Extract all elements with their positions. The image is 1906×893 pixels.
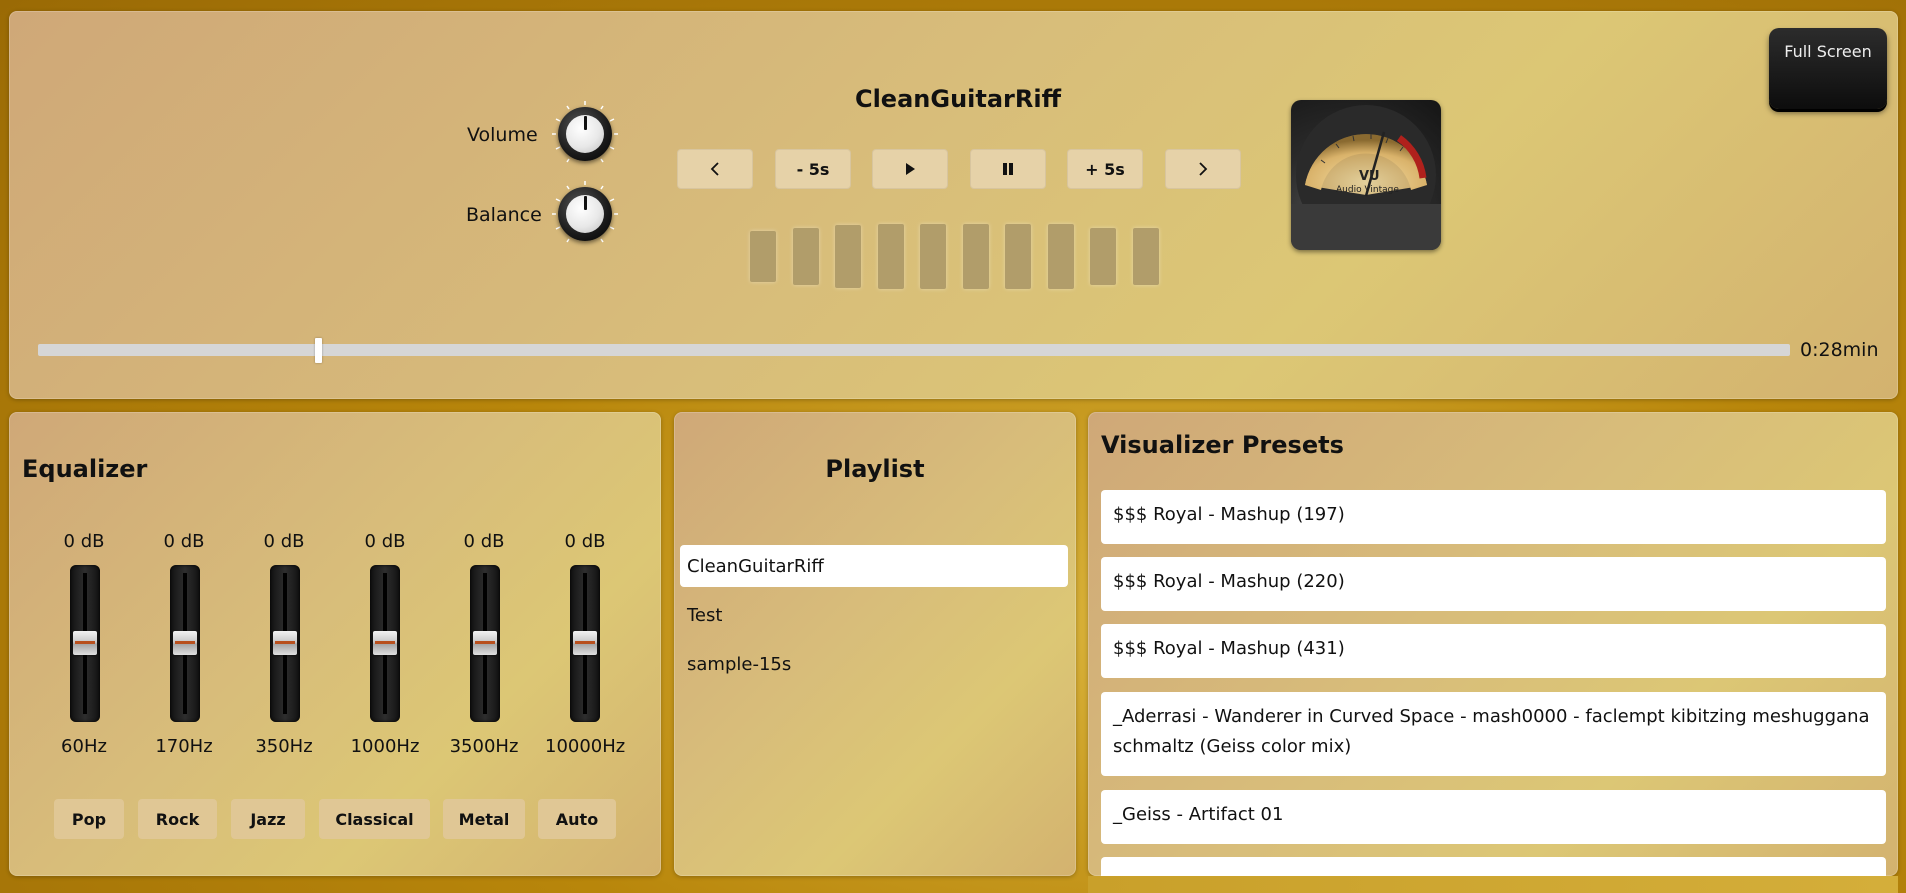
playlist-item[interactable]: CleanGuitarRiff xyxy=(680,545,1068,587)
panel-bottom-edge xyxy=(1088,876,1898,893)
spectrum-bar xyxy=(835,225,861,288)
eq-thumb[interactable] xyxy=(273,631,297,655)
next-button[interactable] xyxy=(1165,149,1241,189)
eq-db-10000: 0 dB xyxy=(564,531,606,552)
previous-button[interactable] xyxy=(677,149,753,189)
track-title: CleanGuitarRiff xyxy=(854,85,1062,113)
eq-thumb[interactable] xyxy=(473,631,497,655)
eq-db-350: 0 dB xyxy=(263,531,305,552)
eq-thumb[interactable] xyxy=(173,631,197,655)
playlist-item[interactable]: sample-15s xyxy=(680,643,1068,685)
spectrum-bar xyxy=(1133,228,1159,285)
chevron-left-icon xyxy=(710,162,719,176)
eq-freq-170: 170Hz xyxy=(155,736,213,757)
eq-thumb[interactable] xyxy=(573,631,597,655)
player-panel xyxy=(9,11,1898,399)
visualizer-preset-item[interactable]: $$$ Royal - Mashup (220) xyxy=(1101,557,1886,611)
spectrum-bar xyxy=(1005,224,1031,289)
vu-label: VU xyxy=(1359,169,1380,184)
spectrum-bar xyxy=(1090,228,1116,285)
rewind-5s-button[interactable]: - 5s xyxy=(775,149,851,189)
eq-freq-60: 60Hz xyxy=(61,736,107,757)
playlist-item[interactable]: Test xyxy=(680,594,1068,636)
vu-meter: VU Audio Vintage xyxy=(1291,100,1441,250)
visualizer-title: Visualizer Presets xyxy=(1101,431,1344,459)
play-icon xyxy=(906,163,915,175)
full-screen-button[interactable]: Full Screen xyxy=(1769,28,1887,109)
forward-5s-button[interactable]: + 5s xyxy=(1067,149,1143,189)
eq-db-170: 0 dB xyxy=(163,531,205,552)
spectrum-bar xyxy=(1048,224,1074,289)
eq-freq-10000: 10000Hz xyxy=(545,736,626,757)
preset-pop-button[interactable]: Pop xyxy=(54,799,124,839)
play-button[interactable] xyxy=(872,149,948,189)
preset-metal-button[interactable]: Metal xyxy=(443,799,525,839)
spectrum-bar xyxy=(793,228,819,285)
balance-label: Balance xyxy=(466,204,542,226)
preset-rock-button[interactable]: Rock xyxy=(138,799,217,839)
spectrum-bar xyxy=(878,224,904,289)
time-display: 0:28min xyxy=(1800,339,1879,361)
eq-thumb[interactable] xyxy=(373,631,397,655)
vu-meter-dial-icon: VU Audio Vintage xyxy=(1291,105,1441,250)
spectrum-bar xyxy=(920,224,946,289)
spectrum-bar xyxy=(750,231,776,282)
preset-auto-button[interactable]: Auto xyxy=(538,799,616,839)
seek-bar[interactable] xyxy=(38,344,1790,356)
chevron-right-icon xyxy=(1199,162,1208,176)
pause-icon xyxy=(1003,163,1013,175)
balance-knob[interactable] xyxy=(550,179,620,249)
volume-knob[interactable] xyxy=(550,99,620,169)
eq-freq-350: 350Hz xyxy=(255,736,313,757)
visualizer-preset-item[interactable]: _Geiss - Artifact 01 xyxy=(1101,790,1886,844)
visualizer-preset-item[interactable]: _Aderrasi - Wanderer in Curved Space - m… xyxy=(1101,692,1886,776)
vu-brand: Audio Vintage xyxy=(1336,185,1399,195)
eq-freq-3500: 3500Hz xyxy=(449,736,519,757)
volume-label: Volume xyxy=(467,124,538,146)
preset-jazz-button[interactable]: Jazz xyxy=(231,799,305,839)
visualizer-preset-item[interactable]: $$$ Royal - Mashup (197) xyxy=(1101,490,1886,544)
eq-freq-1000: 1000Hz xyxy=(350,736,420,757)
eq-db-60: 0 dB xyxy=(63,531,105,552)
eq-thumb[interactable] xyxy=(73,631,97,655)
preset-classical-button[interactable]: Classical xyxy=(319,799,430,839)
seek-thumb[interactable] xyxy=(315,338,323,363)
spectrum-bar xyxy=(963,224,989,289)
equalizer-title: Equalizer xyxy=(22,455,148,483)
visualizer-preset-item[interactable]: $$$ Royal - Mashup (431) xyxy=(1101,624,1886,678)
pause-button[interactable] xyxy=(970,149,1046,189)
eq-db-1000: 0 dB xyxy=(364,531,406,552)
playlist-title: Playlist xyxy=(825,455,925,483)
eq-db-3500: 0 dB xyxy=(463,531,505,552)
